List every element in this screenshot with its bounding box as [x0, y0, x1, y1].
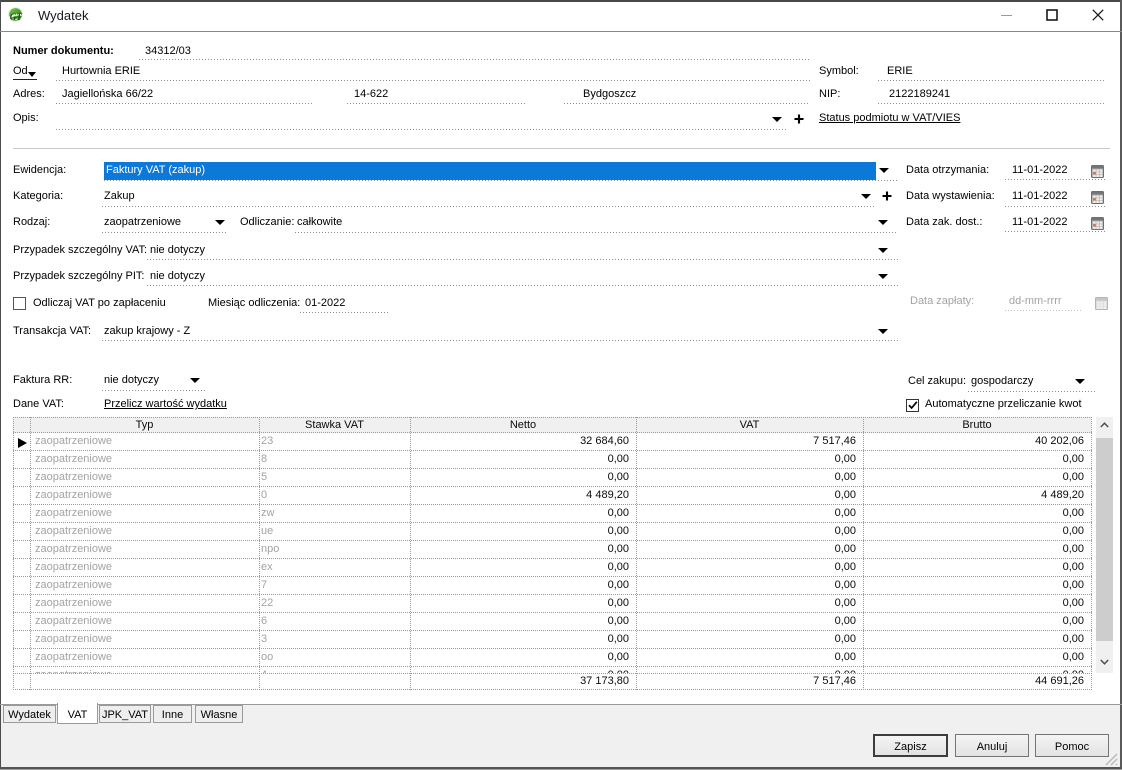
svg-text:GT: GT	[10, 12, 22, 22]
